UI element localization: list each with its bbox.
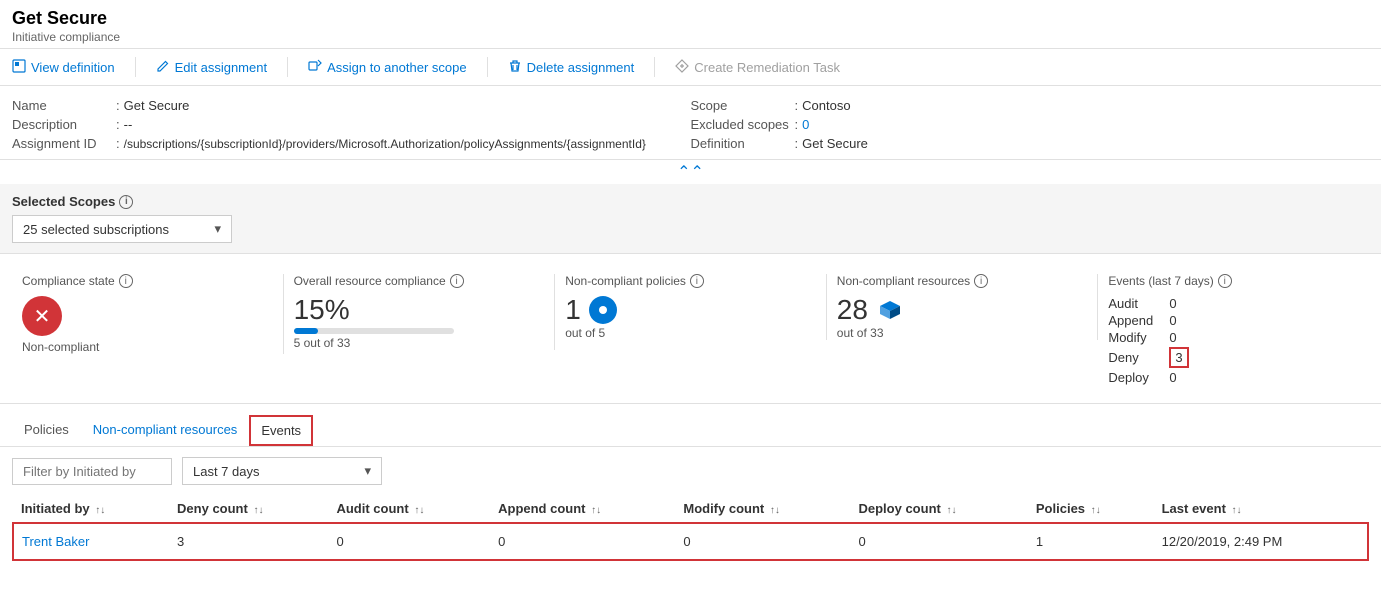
cell-audit-count: 0 (328, 523, 490, 560)
info-right: Scope : Contoso Excluded scopes : 0 Defi… (691, 98, 1370, 151)
chevron-down-icon: ▾ (364, 463, 371, 479)
progress-bar-fill (294, 328, 318, 334)
toolbar: View definition Edit assignment Assign t… (0, 49, 1381, 86)
info-section: Name : Get Secure Description : -- Assig… (0, 86, 1381, 160)
edit-icon (156, 59, 170, 76)
info-left: Name : Get Secure Description : -- Assig… (12, 98, 691, 151)
filter-section: Last 7 days ▾ (0, 447, 1381, 495)
sort-icon[interactable]: ↑↓ (591, 505, 601, 516)
description-row: Description : -- (12, 117, 691, 132)
toolbar-divider (135, 57, 136, 77)
time-range-dropdown[interactable]: Last 7 days ▾ (182, 457, 382, 485)
events-info-icon: i (1218, 274, 1232, 288)
assignment-id-row: Assignment ID : /subscriptions/{subscrip… (12, 136, 691, 151)
sort-icon[interactable]: ↑↓ (770, 505, 780, 516)
toolbar-divider-3 (487, 57, 488, 77)
col-deploy-count: Deploy count ↑↓ (851, 495, 1028, 523)
definition-row: Definition : Get Secure (691, 136, 1370, 151)
view-definition-button[interactable]: View definition (12, 59, 115, 76)
non-compliant-resources-block: Non-compliant resources i 28 out of 33 (827, 274, 1099, 340)
modify-event-row: Modify 0 (1108, 330, 1349, 345)
col-modify-count: Modify count ↑↓ (675, 495, 850, 523)
sort-icon[interactable]: ↑↓ (946, 505, 956, 516)
col-policies: Policies ↑↓ (1028, 495, 1154, 523)
compliance-info-icon: i (119, 274, 133, 288)
cell-modify-count: 0 (675, 523, 850, 560)
cell-initiated-by: Trent Baker (13, 523, 169, 560)
tab-non-compliant-resources[interactable]: Non-compliant resources (81, 414, 250, 447)
excluded-scopes-row: Excluded scopes : 0 (691, 117, 1370, 132)
deploy-event-row: Deploy 0 (1108, 370, 1349, 385)
collapse-button[interactable]: ⌃⌃ (0, 160, 1381, 184)
scope-section: Selected Scopes i 25 selected subscripti… (0, 184, 1381, 254)
non-compliant-policies-block: Non-compliant policies i 1 out of 5 (555, 274, 827, 340)
sort-icon[interactable]: ↑↓ (253, 505, 263, 516)
page-subtitle: Initiative compliance (12, 30, 1369, 44)
tab-policies[interactable]: Policies (12, 414, 81, 447)
table-section: Initiated by ↑↓ Deny count ↑↓ Audit coun… (0, 495, 1381, 561)
overall-compliance-block: Overall resource compliance i 15% 5 out … (284, 274, 556, 350)
resource-cube-icon (876, 296, 904, 324)
cell-deploy-count: 0 (851, 523, 1028, 560)
resources-info-icon: i (974, 274, 988, 288)
page-title: Get Secure (12, 8, 1369, 29)
toolbar-divider-4 (654, 57, 655, 77)
col-audit-count: Audit count ↑↓ (328, 495, 490, 523)
scope-section-label: Selected Scopes i (12, 194, 1369, 209)
table-header-row: Initiated by ↑↓ Deny count ↑↓ Audit coun… (13, 495, 1368, 523)
create-remediation-button[interactable]: Create Remediation Task (675, 59, 840, 76)
chevron-up-icon: ⌃⌃ (677, 162, 704, 182)
view-definition-icon (12, 59, 26, 76)
deny-event-row: Deny 3 (1108, 347, 1349, 368)
cell-append-count: 0 (490, 523, 675, 560)
sort-icon[interactable]: ↑↓ (1232, 505, 1242, 516)
chevron-down-icon: ▾ (214, 221, 221, 237)
events-list: Audit 0 Append 0 Modify 0 Deny 3 Deploy … (1108, 296, 1349, 385)
name-row: Name : Get Secure (12, 98, 691, 113)
toolbar-divider-2 (287, 57, 288, 77)
events-table: Initiated by ↑↓ Deny count ↑↓ Audit coun… (12, 495, 1369, 561)
tab-events[interactable]: Events (249, 415, 313, 446)
tabs-section: Policies Non-compliant resources Events (0, 414, 1381, 447)
filter-initiated-by-input[interactable] (12, 458, 172, 485)
col-last-event: Last event ↑↓ (1154, 495, 1368, 523)
assign-to-scope-button[interactable]: Assign to another scope (308, 59, 466, 76)
sort-icon[interactable]: ↑↓ (1091, 505, 1101, 516)
cell-policies: 1 (1028, 523, 1154, 560)
policies-info-icon: i (690, 274, 704, 288)
non-compliant-icon: ✕ (22, 296, 62, 336)
cell-last-event: 12/20/2019, 2:49 PM (1154, 523, 1368, 560)
delete-icon (508, 59, 522, 76)
col-initiated-by: Initiated by ↑↓ (13, 495, 169, 523)
policy-icon (589, 296, 617, 324)
scope-row: Scope : Contoso (691, 98, 1370, 113)
audit-event-row: Audit 0 (1108, 296, 1349, 311)
compliance-state-block: Compliance state i ✕ Non-compliant (12, 274, 284, 354)
table-row: Trent Baker 3 0 0 0 0 1 12/20/2019, 2:49… (13, 523, 1368, 560)
events-block: Events (last 7 days) i Audit 0 Append 0 … (1098, 274, 1369, 387)
sort-icon[interactable]: ↑↓ (95, 505, 105, 516)
sort-icon[interactable]: ↑↓ (414, 505, 424, 516)
metrics-section: Compliance state i ✕ Non-compliant Overa… (0, 254, 1381, 404)
header-section: Get Secure Initiative compliance (0, 0, 1381, 49)
col-deny-count: Deny count ↑↓ (169, 495, 328, 523)
assign-icon (308, 59, 322, 76)
overall-info-icon: i (450, 274, 464, 288)
deny-highlight-badge: 3 (1169, 347, 1188, 368)
scope-dropdown[interactable]: 25 selected subscriptions ▾ (12, 215, 232, 243)
append-event-row: Append 0 (1108, 313, 1349, 328)
cell-deny-count: 3 (169, 523, 328, 560)
progress-bar (294, 328, 454, 334)
delete-assignment-button[interactable]: Delete assignment (508, 59, 635, 76)
col-append-count: Append count ↑↓ (490, 495, 675, 523)
edit-assignment-button[interactable]: Edit assignment (156, 59, 268, 76)
scope-info-icon: i (119, 195, 133, 209)
remediation-icon (675, 59, 689, 76)
